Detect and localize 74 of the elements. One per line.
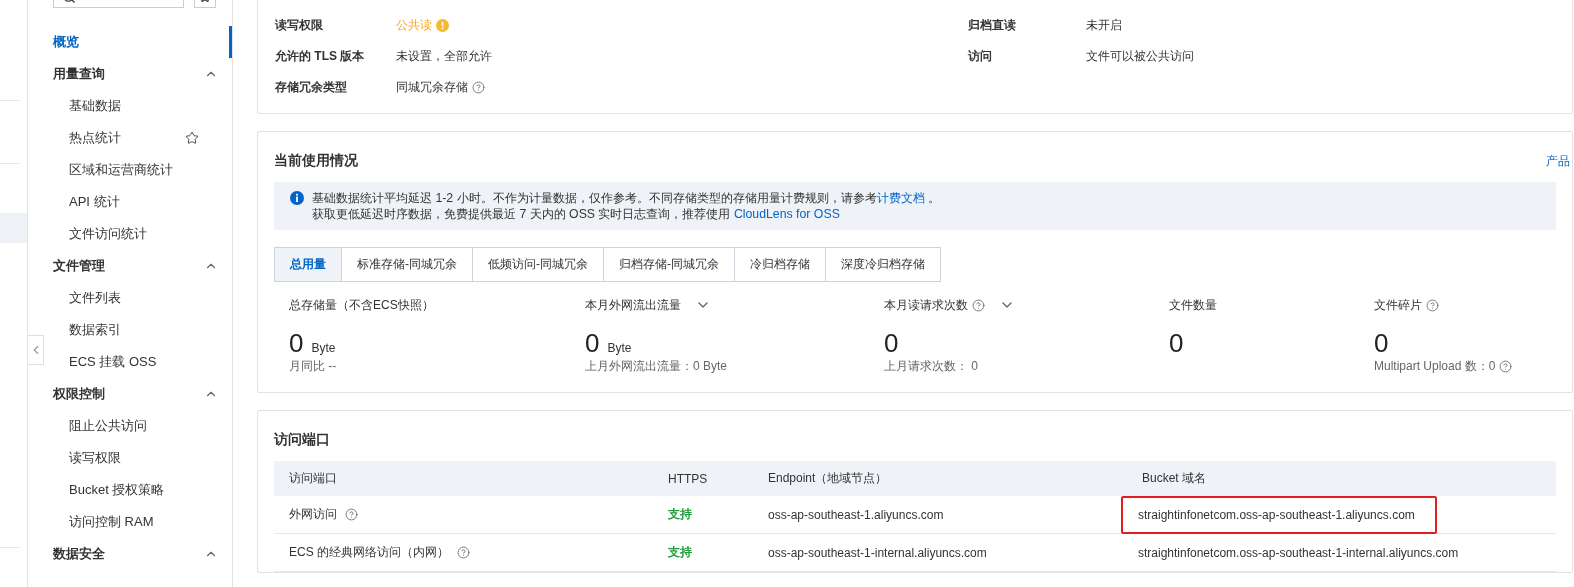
product-link[interactable]: 产品 (1546, 152, 1570, 170)
property-value: 同城冗余存储 (396, 79, 968, 96)
property-label: 允许的 TLS 版本 (275, 48, 366, 65)
highlighted-domain: straightinfonetcom.oss-ap-southeast-1.aliyuncs.com (1121, 495, 1437, 534)
metric-label: 本月读请求次数 (884, 296, 968, 314)
help-icon[interactable] (472, 81, 485, 94)
metric-value: 0 (1374, 328, 1389, 359)
panel-highlight (0, 213, 27, 243)
sidebar-item[interactable]: API 统计 (53, 186, 232, 218)
help-icon[interactable] (457, 546, 470, 559)
table-cell: ECS 的经典网络访问（内网） (289, 544, 449, 561)
sidebar-item[interactable]: Bucket 授权策略 (53, 474, 232, 506)
sidebar-group[interactable]: 数据安全 (53, 538, 232, 570)
sidebar-item[interactable]: 热点统计 (53, 122, 232, 154)
property-label: 存储冗余类型 (275, 79, 348, 96)
metric-unit: Byte (311, 341, 336, 355)
notice-text: 基础数据统计平均延迟 1-2 小时。不作为计量数据，仅作参考。不同存储类型的存储用量计费规则，请参考计费文档 。 (312, 190, 941, 206)
status-text: 支持 (668, 544, 692, 561)
sidebar-group[interactable]: 文件管理 (53, 250, 232, 282)
table-cell-text: straightinfonetcom.oss-ap-southeast-1-internal.aliyuncs.com (1137, 544, 1460, 562)
metric-label: 本月外网流出流量 (585, 296, 681, 314)
storage-tab[interactable]: 总用量 (275, 248, 341, 281)
help-icon[interactable] (1499, 359, 1513, 373)
metric-comparison: 上月外网流出流量：0 Byte (585, 357, 728, 375)
sidebar-item[interactable]: ECS 挂载 OSS (53, 346, 232, 378)
status-text: 支持 (668, 506, 692, 523)
sidebar-item[interactable]: 数据索引 (53, 314, 232, 346)
sidebar-item[interactable]: 阻止公共访问 (53, 410, 232, 442)
column-header: Bucket 域名 (1127, 461, 1556, 496)
property-value: 公共读 (396, 17, 968, 34)
property-label: 读写权限 (275, 17, 324, 34)
sidebar-item[interactable]: 文件访问统计 (53, 218, 232, 250)
sidebar-item[interactable]: 读写权限 (53, 442, 232, 474)
metric-comparison: Multipart Upload 数：0 (1374, 357, 1496, 375)
section-title: 访问端口 (274, 431, 330, 449)
metric-value: 0 (884, 328, 899, 359)
help-icon[interactable] (345, 508, 358, 521)
sidebar-item[interactable]: 访问控制 RAM (53, 506, 232, 538)
notice-link[interactable]: CloudLens for OSS (733, 207, 840, 221)
sidebar-item[interactable]: 概览 (53, 26, 232, 58)
star-icon[interactable] (185, 131, 199, 145)
info-icon (290, 191, 304, 205)
notice-text: 获取更低延迟时序数据，免费提供最近 7 天内的 OSS 实时日志查询，推荐使用 CloudLens for OSS (312, 206, 841, 222)
table-cell: 外网访问 (289, 506, 337, 523)
sidebar-group[interactable]: 权限控制 (53, 378, 232, 410)
property-value: 未开启 (1086, 17, 1123, 34)
metric-label: 文件数量 (1169, 296, 1217, 314)
column-header: HTTPS (653, 461, 753, 496)
sidebar-item[interactable]: 基础数据 (53, 90, 232, 122)
section-title: 当前使用情况 (274, 152, 358, 170)
metric-label: 总存储量（不含ECS快照） (289, 296, 434, 314)
property-label: 归档直读 (968, 17, 1017, 34)
property-value: 文件可以被公共访问 (1086, 48, 1195, 65)
column-header: 访问端口 (274, 461, 653, 496)
property-label: 访问 (968, 48, 993, 65)
collapse-handle[interactable] (28, 335, 44, 365)
notice-link[interactable]: 计费文档 (876, 191, 925, 205)
metric-value: 0 (1169, 328, 1184, 359)
help-icon[interactable] (1426, 298, 1439, 312)
metric-value: 0 (585, 328, 600, 359)
warning-icon (436, 19, 449, 32)
column-header: Endpoint（地域节点） (753, 461, 1127, 496)
metric-label: 文件碎片 (1374, 296, 1422, 314)
sidebar-group[interactable]: 用量查询 (53, 58, 232, 90)
metric-comparison: 上月请求次数： 0 (884, 357, 978, 375)
metric-comparison: 月同比 -- (289, 357, 337, 375)
table-cell: oss-ap-southeast-1-internal.aliyuncs.com (768, 545, 987, 560)
property-value: 未设置，全部允许 (396, 48, 493, 65)
sidebar-item[interactable]: 区域和运营商统计 (53, 154, 232, 186)
metric-value: 0 (289, 328, 304, 359)
help-icon[interactable] (972, 298, 985, 312)
table-cell: oss-ap-southeast-1.aliyuncs.com (768, 507, 944, 522)
metric-unit: Byte (607, 341, 632, 355)
sidebar-item[interactable]: 文件列表 (53, 282, 232, 314)
